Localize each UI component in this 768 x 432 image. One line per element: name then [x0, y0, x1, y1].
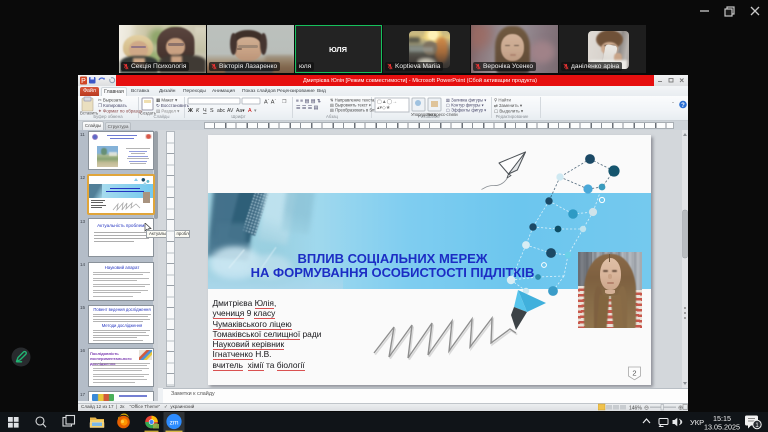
svg-text:S: S [210, 108, 214, 114]
svg-text:⊖: ⊖ [644, 405, 649, 411]
svg-text:▢ Эффекты фигур ▾: ▢ Эффекты фигур ▾ [446, 107, 486, 112]
svg-text:✂ Вырезать: ✂ Вырезать [98, 97, 123, 102]
svg-text:zm: zm [169, 419, 178, 426]
svg-text:A: A [248, 108, 252, 114]
svg-text:Создать: Создать [140, 110, 157, 115]
svg-text:Вставить: Вставить [80, 110, 99, 115]
svg-text:Aa▾: Aa▾ [236, 108, 245, 114]
svg-text:▢ Выделить ▾: ▢ Выделить ▾ [494, 108, 523, 113]
svg-text:⊕: ⊕ [678, 405, 683, 411]
svg-text:Aˊ Aˋ: Aˊ Aˋ [264, 99, 276, 105]
svg-text:▦ Макет ▾: ▦ Макет ▾ [156, 97, 177, 102]
svg-text:2: 2 [632, 369, 636, 378]
svg-text:?: ? [681, 103, 685, 109]
svg-text:⚲ Найти: ⚲ Найти [494, 97, 512, 102]
svg-text:≡ ≡ ▤ ▤ ⇅: ≡ ≡ ▤ ▤ ⇅ [296, 98, 321, 104]
svg-text:146%: 146% [629, 405, 642, 411]
svg-text:Ч: Ч [203, 108, 207, 114]
svg-text:К: К [196, 108, 200, 114]
svg-text:▴▾◇★: ▴▾◇★ [377, 105, 391, 111]
svg-text:⇄ Заменить ▾: ⇄ Заменить ▾ [494, 103, 522, 108]
svg-text:УКР: УКР [690, 418, 704, 427]
svg-text:AV: AV [227, 108, 234, 114]
svg-text:↻ Восстановить: ↻ Восстановить [156, 103, 190, 108]
svg-text:abc: abc [217, 108, 226, 114]
svg-text:☰ ☰ ☰ ▤: ☰ ☰ ☰ ▤ [296, 105, 319, 111]
svg-text:❐ Копировать: ❐ Копировать [98, 103, 128, 108]
svg-text:Ж: Ж [187, 108, 193, 114]
svg-text:✦ Формат по образцу: ✦ Формат по образцу [98, 108, 143, 113]
svg-text:13.05.2025: 13.05.2025 [704, 423, 740, 432]
svg-text:▤ Раздел ▾: ▤ Раздел ▾ [156, 108, 179, 113]
svg-text:P: P [81, 78, 86, 85]
svg-text:❐: ❐ [282, 99, 287, 105]
svg-text:▾: ▾ [254, 108, 257, 114]
svg-text:Экспресс-стили: Экспресс-стили [427, 112, 458, 117]
svg-text:ˆ: ˆ [672, 103, 674, 109]
